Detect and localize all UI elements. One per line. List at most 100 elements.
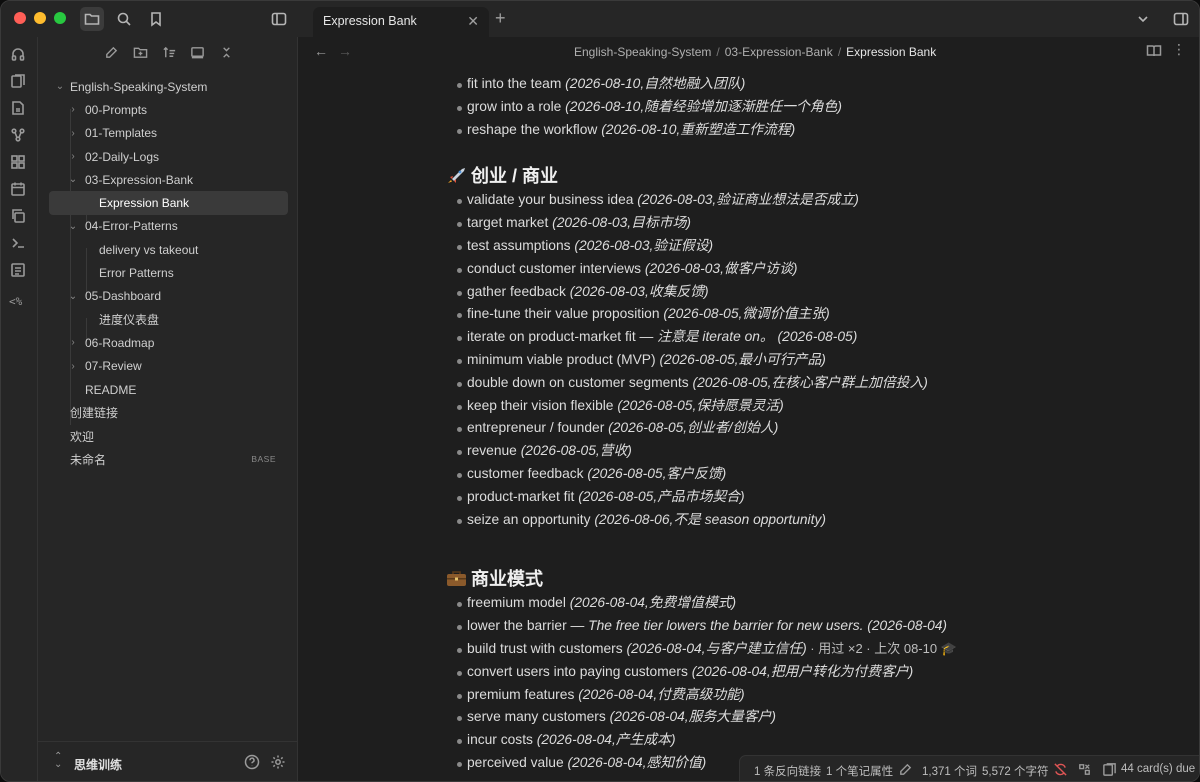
folder-05-dashboard[interactable]: ⌄ 05-Dashboard [38,285,298,308]
new-folder-icon[interactable] [133,45,148,65]
zoom-window-button[interactable] [54,12,66,24]
new-note-icon[interactable] [104,45,119,65]
canvas-icon[interactable] [10,154,28,172]
flashcards-icon[interactable] [10,73,28,91]
file-label: Expression Bank [99,196,190,211]
file-explorer-toolbar [104,45,234,65]
folder-04-error-patterns[interactable]: ⌄ 04-Error-Patterns [38,215,298,238]
file-create-link[interactable]: 创建链接 [38,401,298,424]
sync-off-icon[interactable] [1053,762,1068,780]
minimize-window-button[interactable] [34,12,46,24]
auto-reveal-icon[interactable] [190,45,205,65]
daily-note-icon[interactable] [10,100,28,118]
file-welcome[interactable]: 欢迎 [38,424,298,447]
folder-label: 00-Prompts [85,102,148,117]
list-item: test assumptions (2026-08-03,验证假设) [446,235,1006,258]
list-item: seize an opportunity (2026-08-06,不是 seas… [446,509,1006,532]
expression-note: (2026-08-04,服务大量客户) [609,709,777,725]
breadcrumb-item[interactable]: 03-Expression-Bank [725,45,833,59]
gear-icon[interactable] [270,754,286,775]
section-heading-text: 商业模式 [471,569,543,590]
new-tab-icon[interactable]: + [495,8,506,29]
cards-due[interactable]: 44 card(s) due [1121,763,1195,775]
rocket-icon [446,166,468,184]
folder-label: English-Speaking-System [70,79,208,94]
file-untitled-base[interactable]: 未命名 BASE [38,448,298,471]
forward-arrow-icon[interactable]: → [338,43,352,59]
list-item: convert users into paying customers (202… [446,661,1006,684]
expression-note: (2026-08-10,重新塑造工作流程) [601,121,796,137]
folder-03-expression-bank[interactable]: ⌄ 03-Expression-Bank [38,168,298,191]
list-item: gather feedback (2026-08-03,收集反馈) [446,281,1006,304]
folder-06-roadmap[interactable]: › 06-Roadmap [38,331,298,354]
sort-icon[interactable] [162,45,177,65]
folder-00-prompts[interactable]: › 00-Prompts [38,98,298,121]
vault-name[interactable]: 思维训练 [74,756,122,773]
list-item: target market (2026-08-03,目标市场) [446,212,1006,235]
graph-view-icon[interactable] [10,127,28,145]
list-item: entrepreneur / founder (2026-08-05,创业者/创… [446,417,1006,440]
headphones-icon[interactable] [10,46,28,64]
chevron-down-icon[interactable] [1131,7,1155,31]
list-item: grow into a role (2026-08-10,随着经验增加逐渐胜任一… [446,96,1006,119]
expression-text: keep their vision flexible [467,397,618,413]
reading-view-icon[interactable] [1146,43,1162,64]
expression-note: (2026-08-05,产品市场契合) [578,488,745,504]
list-item: product-market fit (2026-08-05,产品市场契合) [446,486,1006,509]
backlinks-count[interactable]: 1 条反向链接 [754,763,821,779]
calendar-icon[interactable] [10,181,28,199]
list-icon[interactable] [10,262,28,280]
close-tab-icon[interactable]: ✕ [467,13,479,30]
toggle-right-sidebar-icon[interactable] [1169,7,1193,31]
collapse-all-icon[interactable] [219,45,234,65]
expression-note: (2026-08-03,验证假设) [574,237,714,253]
breadcrumb-item[interactable]: English-Speaking-System [574,45,711,59]
vim-mode-icon[interactable] [1077,762,1092,780]
help-icon[interactable] [244,754,260,775]
more-options-icon[interactable]: ⋮ [1172,41,1186,58]
list-item: lower the barrier — The free tier lowers… [446,615,1006,638]
breadcrumb-current[interactable]: Expression Bank [846,45,936,59]
search-icon[interactable] [112,7,136,31]
list-item: customer feedback (2026-08-05,客户反馈) [446,463,1006,486]
folder-english-speaking-system[interactable]: ⌄ English-Speaking-System [38,75,298,98]
file-readme[interactable]: README [38,378,298,401]
folder-label: 02-Daily-Logs [85,149,160,164]
tab-expression-bank[interactable]: Expression Bank ✕ [313,7,489,37]
flashcards-review-icon[interactable] [1102,762,1117,780]
expression-note: (2026-08-06,不是 season opportunity) [594,511,826,527]
back-arrow-icon[interactable]: ← [314,43,328,59]
expression-text: grow into a role [467,98,566,114]
chevron-right-icon: › [71,151,75,163]
expression-text: perceived value [467,754,568,770]
vault-switch-icon[interactable]: ⌃ ⌄ [54,752,62,770]
file-expression-bank[interactable]: Expression Bank [49,191,288,215]
file-label: 创建链接 [70,406,119,421]
expression-text: reshape the workflow [467,121,602,137]
properties-count[interactable]: 1 个笔记属性 [826,763,893,779]
expression-text: iterate on product-market fit — [467,329,658,345]
terminal-icon[interactable] [10,235,28,253]
section-heading: 商业模式 [446,565,1006,591]
expression-note: (2026-08-05,最小可行产品) [659,351,826,367]
templater-icon[interactable]: <% [9,295,22,308]
file-label: README [85,382,137,397]
folder-07-review[interactable]: › 07-Review [38,355,298,378]
status-bar: 1 条反向链接 1 个笔记属性 1,371 个词 5,572 个字符 44 ca… [739,755,1199,781]
bookmark-icon[interactable] [144,7,168,31]
close-window-button[interactable] [14,12,26,24]
file-tree: ⌄ English-Speaking-System › 00-Prompts ›… [38,75,298,471]
file-error-patterns[interactable]: Error Patterns [38,261,298,284]
expression-note: (2026-08-05,营收) [520,443,632,459]
folder-label: 05-Dashboard [85,289,162,304]
toggle-left-sidebar-icon[interactable] [267,7,291,31]
folder-02-daily-logs[interactable]: › 02-Daily-Logs [38,145,298,168]
edit-mode-icon[interactable] [898,762,913,780]
file-progress-dashboard[interactable]: 进度仪表盘 [38,308,298,331]
folder-icon[interactable] [80,7,104,31]
file-label: Error Patterns [99,266,174,281]
copy-icon[interactable] [10,208,28,226]
folder-01-templates[interactable]: › 01-Templates [38,122,298,145]
chevron-right-icon: › [71,104,75,116]
file-delivery-vs-takeout[interactable]: delivery vs takeout [38,238,298,261]
